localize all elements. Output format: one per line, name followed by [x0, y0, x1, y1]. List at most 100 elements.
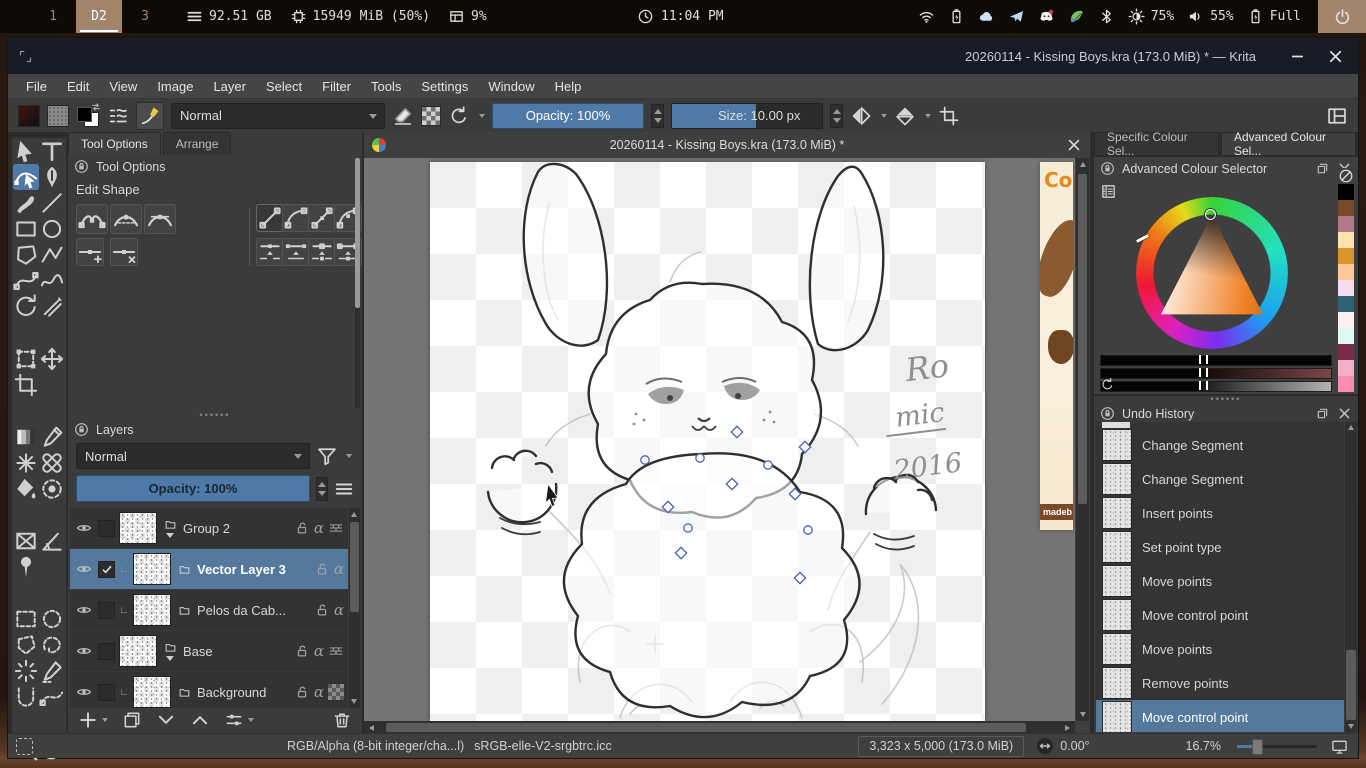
layer-name[interactable]: Group 2: [183, 521, 290, 536]
close-button[interactable]: [1320, 44, 1350, 68]
color-swatch[interactable]: [1338, 280, 1354, 296]
transform-tool[interactable]: [13, 346, 39, 372]
paint-app-icon[interactable]: [1068, 8, 1085, 25]
refresh-colors-icon[interactable]: [1100, 377, 1115, 392]
dynamic-brush-tool[interactable]: [13, 294, 39, 320]
lock-docker-icon[interactable]: [74, 159, 89, 174]
color-swatch[interactable]: [1338, 344, 1354, 360]
selector-settings-icon[interactable]: [1100, 183, 1117, 200]
layer-alpha-icon[interactable]: α: [334, 601, 344, 619]
no-color-swatch[interactable]: [1338, 168, 1354, 184]
break-segment-button[interactable]: [282, 238, 310, 266]
layer-lock-icon[interactable]: [314, 602, 330, 618]
wrap-around-icon[interactable]: [938, 105, 960, 127]
layer-row[interactable]: ∟ Vector Layer 3 α: [70, 549, 348, 590]
layer-checker-icon[interactable]: [328, 684, 344, 700]
chevron-down-icon[interactable]: [248, 718, 254, 722]
reference-images-tool[interactable]: [13, 554, 39, 580]
bezier-tool[interactable]: [13, 268, 39, 294]
smart-patch-tool[interactable]: [39, 450, 65, 476]
add-layer-button[interactable]: [78, 710, 98, 730]
reference-image-strip[interactable]: Co madeb: [1040, 162, 1073, 530]
zoom-value[interactable]: 16.7%: [1186, 739, 1221, 753]
layer-options-icon[interactable]: [334, 478, 354, 500]
swap-colors-icon[interactable]: [91, 102, 101, 112]
gradient-tool[interactable]: [13, 424, 39, 450]
calligraphy-tool[interactable]: [39, 164, 65, 190]
brush-preset-button[interactable]: [136, 102, 164, 130]
color-bar[interactable]: [1100, 368, 1332, 379]
reload-preset-icon[interactable]: [448, 105, 470, 127]
edit-shapes-tool[interactable]: [13, 164, 39, 190]
battery-charge-icon[interactable]: [948, 8, 965, 25]
undo-history-item[interactable]: Move points: [1096, 632, 1344, 666]
layer-styles-icon[interactable]: [328, 520, 344, 536]
color-swatch[interactable]: [1338, 376, 1354, 392]
polygon-tool[interactable]: [13, 242, 39, 268]
undo-history-item[interactable]: Move control point: [1096, 598, 1344, 632]
layer-thumbnail[interactable]: [119, 512, 157, 544]
break-point-button[interactable]: [256, 238, 284, 266]
layer-thumbnail[interactable]: [133, 553, 171, 585]
docker-tab[interactable]: Arrange: [163, 132, 232, 155]
layer-scrollbar[interactable]: [349, 508, 360, 708]
color-swatch[interactable]: [1338, 296, 1354, 312]
opacity-stepper[interactable]: [651, 104, 664, 128]
measure-tool[interactable]: [39, 528, 65, 554]
workspace-button[interactable]: 1: [30, 0, 76, 33]
insert-point-button[interactable]: [76, 238, 104, 266]
move-layer-up-button[interactable]: [190, 710, 210, 730]
ellipse-select-tool[interactable]: [39, 606, 65, 632]
visibility-eye-icon[interactable]: [74, 602, 94, 618]
layer-alpha-icon[interactable]: α: [314, 519, 324, 537]
magic-wand-select-tool[interactable]: [13, 658, 39, 684]
color-swatch[interactable]: [1338, 216, 1354, 232]
layer-blending-mode-select[interactable]: Normal: [76, 443, 310, 469]
menu-item[interactable]: Tools: [361, 74, 411, 98]
layer-name[interactable]: Background: [197, 685, 290, 700]
bezier-select-tool[interactable]: [39, 684, 65, 710]
pattern-edit-tool[interactable]: [13, 450, 39, 476]
blending-mode-select[interactable]: Normal: [171, 103, 385, 129]
float-docker-icon[interactable]: [1315, 161, 1330, 176]
line-tool[interactable]: [39, 190, 65, 216]
layer-alpha-icon[interactable]: α: [334, 560, 344, 578]
wifi-icon[interactable]: [918, 8, 935, 25]
bluetooth-icon[interactable]: [1098, 8, 1115, 25]
canvas-size-label[interactable]: 3,323 x 5,000 (173.0 MiB): [858, 736, 1024, 757]
scrollbar[interactable]: [355, 158, 360, 408]
text-tool[interactable]: [39, 138, 65, 164]
color-swatch[interactable]: [1338, 232, 1354, 248]
close-canvas-icon[interactable]: [1066, 137, 1082, 153]
magnetic-select-tool[interactable]: [13, 684, 39, 710]
undo-history-item[interactable]: Set point type: [1096, 530, 1344, 564]
selection-mode-icon[interactable]: [16, 738, 33, 755]
rotation-icon[interactable]: [1036, 737, 1054, 755]
move-layer-down-button[interactable]: [156, 710, 176, 730]
docker-tab[interactable]: Advanced Colour Sel...: [1221, 132, 1356, 155]
color-swatch[interactable]: [1338, 312, 1354, 328]
lock-docker-icon[interactable]: [74, 422, 89, 437]
multibrush-tool[interactable]: [39, 294, 65, 320]
freehand-brush-tool[interactable]: [13, 190, 39, 216]
color-swatch[interactable]: [1338, 264, 1354, 280]
chevron-down-icon[interactable]: [479, 114, 485, 118]
chevron-down-icon[interactable]: [346, 454, 352, 458]
menu-item[interactable]: Window: [478, 74, 544, 98]
visibility-eye-icon[interactable]: [74, 684, 94, 700]
undo-history-item[interactable]: Change Segment: [1096, 462, 1344, 496]
layer-thumbnail[interactable]: [119, 635, 157, 667]
color-bar[interactable]: [1100, 355, 1332, 366]
layer-lock-icon[interactable]: [294, 643, 310, 659]
eraser-mode-icon[interactable]: [392, 105, 414, 127]
fullscreen-icon[interactable]: [1331, 738, 1348, 755]
join-points-button[interactable]: [308, 238, 336, 266]
menu-item[interactable]: Filter: [312, 74, 361, 98]
layer-thumbnail[interactable]: [133, 676, 171, 708]
menu-item[interactable]: Edit: [57, 74, 99, 98]
layer-row[interactable]: ∟ Group 2 α: [70, 508, 348, 549]
chevron-down-icon[interactable]: [881, 114, 887, 118]
delete-layer-button[interactable]: [332, 710, 352, 730]
layer-row[interactable]: ∟ Base α: [70, 631, 348, 672]
lock-docker-icon[interactable]: [1100, 161, 1115, 176]
